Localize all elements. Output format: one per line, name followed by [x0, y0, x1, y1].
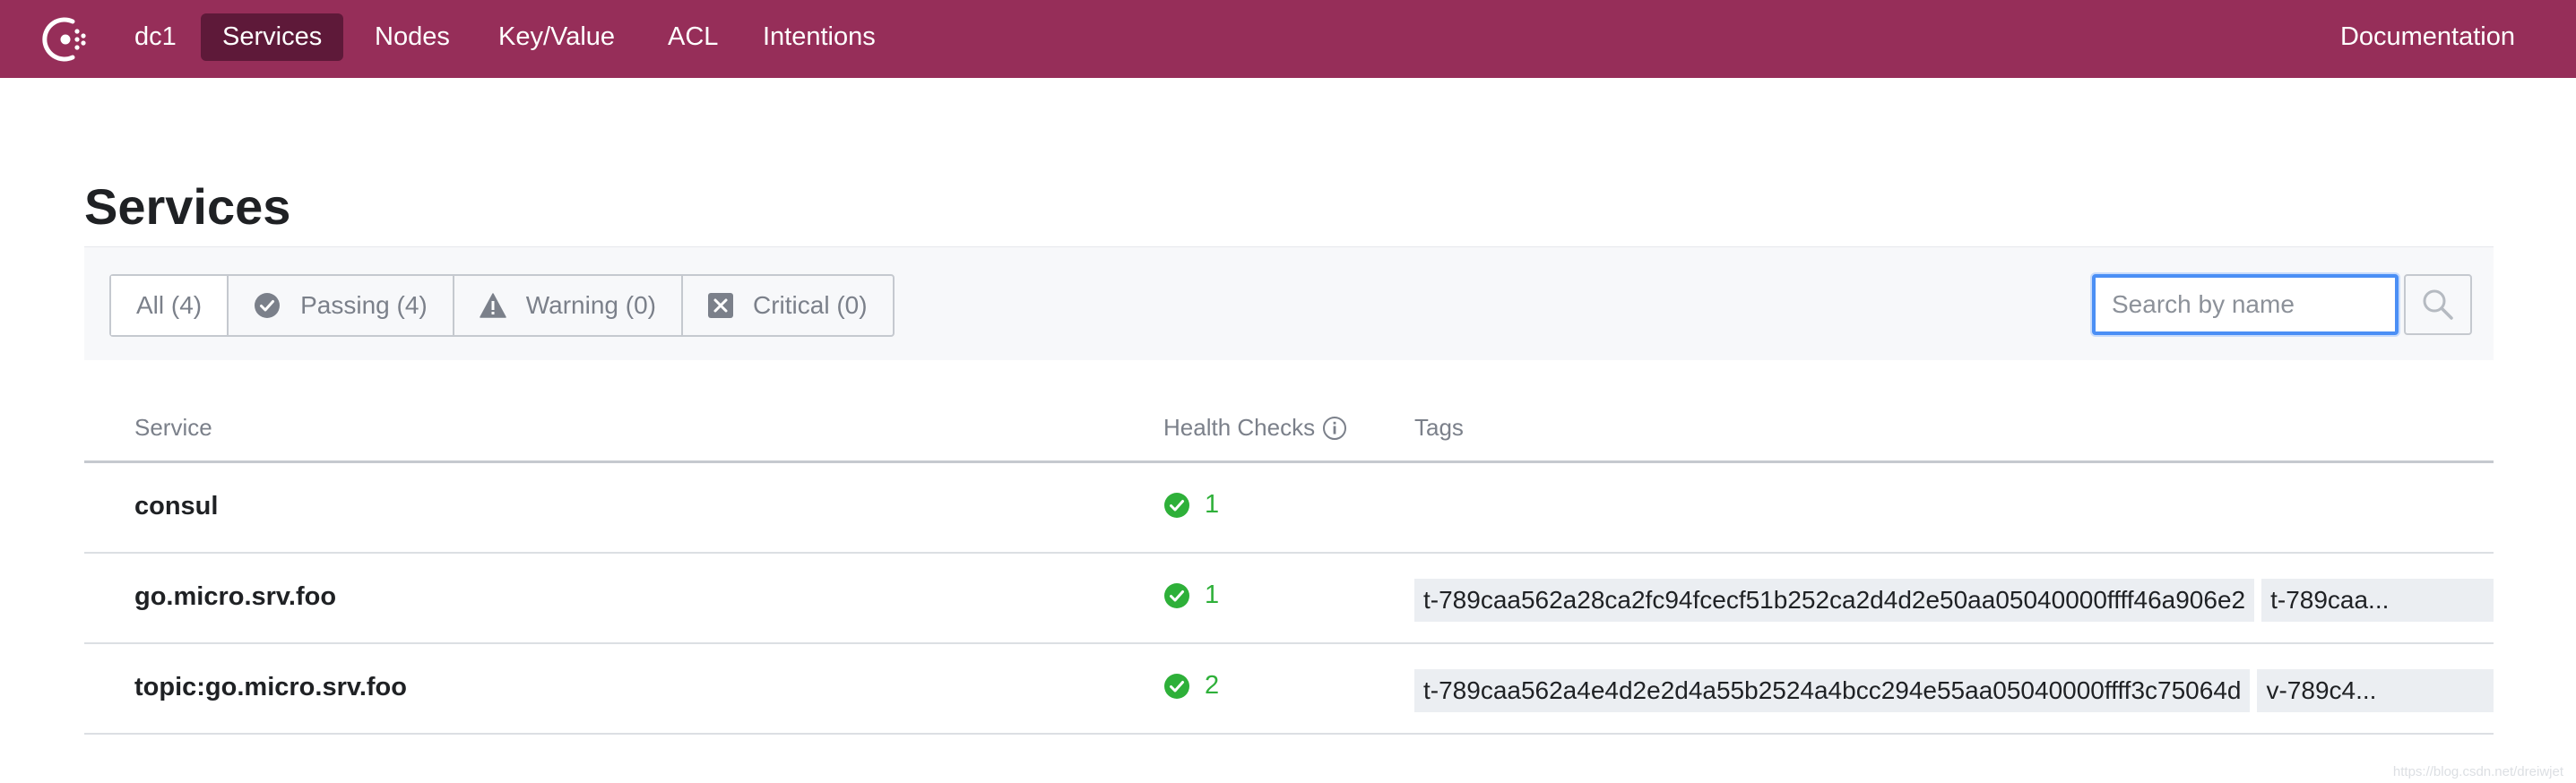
filter-all-label: All (4) — [136, 291, 203, 319]
search-icon — [2423, 289, 2453, 320]
column-header-health-label: Health Checks — [1163, 414, 1316, 441]
table-row[interactable]: consul 1 — [84, 463, 2494, 554]
tag: t-789caa562a28ca2fc94fcecf51b252ca2d4d2e… — [1414, 579, 2255, 622]
tag-list — [1414, 488, 2494, 531]
filter-passing-label: Passing (4) — [300, 291, 428, 319]
health-check-status: 1 — [1163, 581, 1219, 610]
service-name[interactable]: go.micro.srv.foo — [134, 582, 336, 612]
filter-warning-label: Warning (0) — [525, 291, 656, 319]
services-table: Service Health Checks Tags consul 1 go.m… — [84, 394, 2494, 735]
tag: t-789caa562a4e4d2e2d4a55b2524a4bcc294e55… — [1414, 669, 2251, 712]
health-check-status: 2 — [1163, 671, 1219, 701]
search-input[interactable] — [2092, 274, 2399, 335]
service-name[interactable]: consul — [134, 492, 218, 521]
tag-list: t-789caa562a28ca2fc94fcecf51b252ca2d4d2e… — [1414, 579, 2494, 622]
filter-warning[interactable]: Warning (0) — [454, 276, 683, 335]
table-row[interactable]: topic:go.micro.srv.foo 2 t-789caa562a4e4… — [84, 644, 2494, 735]
warning-triangle-icon — [480, 293, 506, 318]
health-check-count: 1 — [1205, 490, 1220, 519]
check-circle-icon — [255, 293, 281, 318]
passing-check-icon — [1164, 492, 1189, 518]
filter-bar: All (4) Passing (4) Warning (0) Critical… — [84, 246, 2494, 360]
table-header: Service Health Checks Tags — [84, 394, 2494, 463]
nav-item-intentions[interactable]: Intentions — [741, 13, 897, 61]
service-name[interactable]: topic:go.micro.srv.foo — [134, 673, 407, 702]
tag: v-789c4... — [2257, 669, 2494, 712]
column-header-tags: Tags — [1414, 414, 1464, 441]
consul-logo-icon[interactable] — [39, 13, 92, 66]
search-area — [2092, 274, 2472, 335]
watermark: https://blog.csdn.net/dreiwjet — [2392, 764, 2563, 779]
health-filter-group: All (4) Passing (4) Warning (0) Critical… — [109, 274, 895, 337]
passing-check-icon — [1164, 673, 1189, 699]
info-icon[interactable] — [1322, 416, 1347, 441]
filter-passing[interactable]: Passing (4) — [229, 276, 454, 335]
filter-all[interactable]: All (4) — [111, 276, 229, 335]
page-title: Services — [84, 178, 291, 235]
nav-item-services[interactable]: Services — [201, 13, 344, 61]
passing-check-icon — [1164, 582, 1189, 608]
health-check-status: 1 — [1163, 490, 1219, 520]
health-check-count: 2 — [1205, 671, 1220, 700]
search-button[interactable] — [2404, 274, 2472, 335]
column-header-service[interactable]: Service — [134, 414, 212, 442]
filter-critical[interactable]: Critical (0) — [683, 276, 893, 335]
top-nav: dc1 Services Nodes Key/Value ACL Intenti… — [0, 0, 2576, 78]
nav-item-key-value[interactable]: Key/Value — [477, 13, 636, 61]
column-header-health[interactable]: Health Checks — [1163, 414, 1347, 442]
nav-item-nodes[interactable]: Nodes — [353, 13, 471, 61]
tag-list: t-789caa562a4e4d2e2d4a55b2524a4bcc294e55… — [1414, 669, 2494, 712]
health-check-count: 1 — [1205, 581, 1220, 609]
tag: t-789caa... — [2261, 579, 2494, 622]
datacenter-menu[interactable]: dc1 — [113, 13, 198, 61]
critical-x-icon — [707, 293, 733, 318]
table-row[interactable]: go.micro.srv.foo 1 t-789caa562a28ca2fc94… — [84, 554, 2494, 644]
filter-critical-label: Critical (0) — [752, 291, 868, 319]
nav-item-acl[interactable]: ACL — [646, 13, 739, 61]
documentation-link[interactable]: Documentation — [2340, 13, 2515, 61]
